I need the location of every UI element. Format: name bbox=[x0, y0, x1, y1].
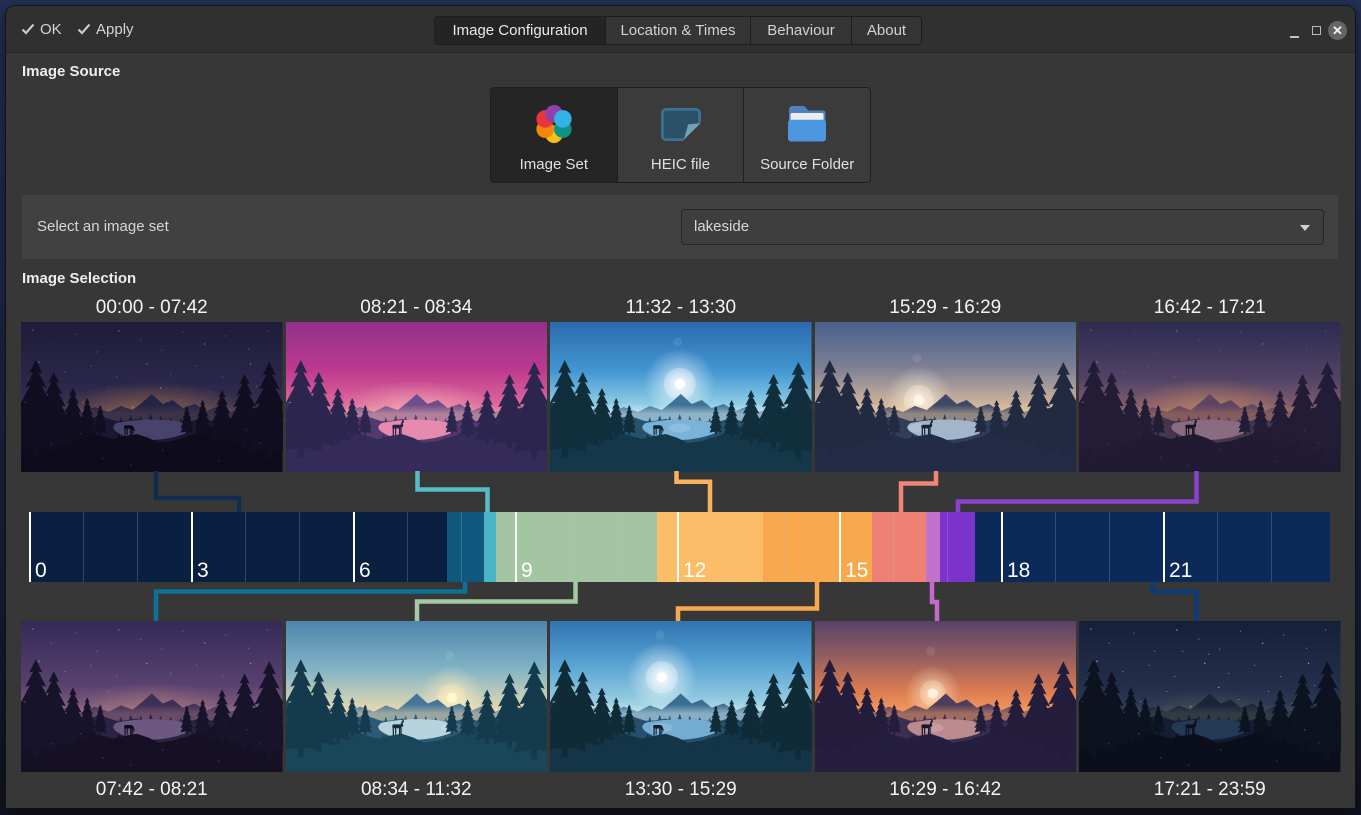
svg-text:9: 9 bbox=[521, 559, 533, 582]
svg-text:0: 0 bbox=[35, 559, 47, 582]
svg-text:21: 21 bbox=[1169, 559, 1192, 582]
svg-text:12: 12 bbox=[683, 559, 706, 582]
svg-text:18: 18 bbox=[1007, 559, 1030, 582]
svg-text:3: 3 bbox=[197, 559, 209, 582]
svg-text:15: 15 bbox=[845, 559, 868, 582]
svg-text:6: 6 bbox=[359, 559, 371, 582]
